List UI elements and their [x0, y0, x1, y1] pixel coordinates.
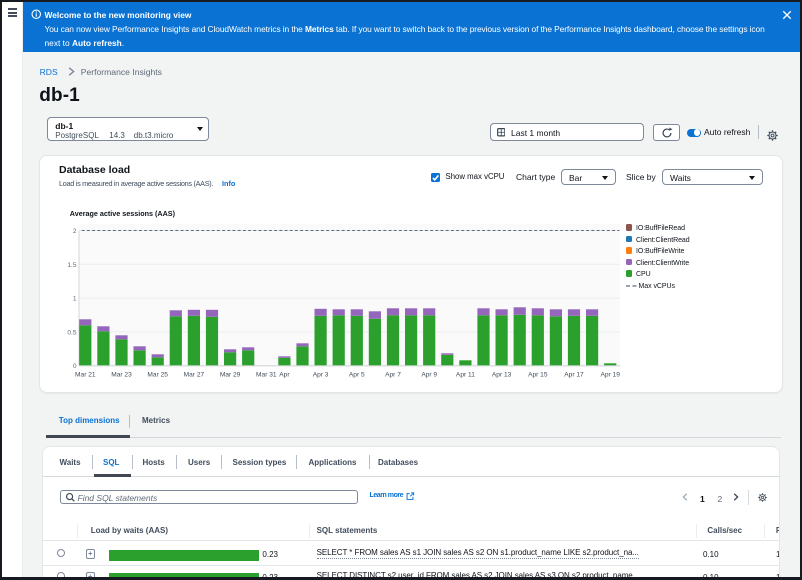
- svg-text:Mar 25: Mar 25: [147, 371, 168, 378]
- svg-text:Apr 15: Apr 15: [528, 371, 548, 378]
- svg-text:Mar 23: Mar 23: [111, 371, 132, 378]
- svg-text:Mar 31: Mar 31: [256, 371, 277, 378]
- svg-text:2: 2: [73, 228, 77, 235]
- svg-text:Apr: Apr: [279, 371, 290, 378]
- svg-text:Apr 17: Apr 17: [564, 371, 584, 378]
- svg-text:Apr 7: Apr 7: [385, 371, 401, 378]
- svg-text:Apr 9: Apr 9: [421, 371, 437, 378]
- svg-text:1.5: 1.5: [67, 262, 76, 269]
- svg-text:0: 0: [73, 363, 77, 370]
- svg-text:0.5: 0.5: [67, 329, 76, 336]
- svg-text:Apr 13: Apr 13: [492, 371, 512, 378]
- svg-text:Mar 29: Mar 29: [220, 371, 241, 378]
- svg-text:Apr 5: Apr 5: [349, 371, 365, 378]
- svg-text:Apr 3: Apr 3: [313, 371, 329, 378]
- svg-text:1: 1: [73, 296, 77, 303]
- svg-text:Apr 11: Apr 11: [456, 371, 475, 378]
- svg-text:Apr 19: Apr 19: [600, 371, 620, 378]
- svg-text:Mar 27: Mar 27: [184, 371, 205, 378]
- svg-text:Mar 21: Mar 21: [75, 371, 96, 378]
